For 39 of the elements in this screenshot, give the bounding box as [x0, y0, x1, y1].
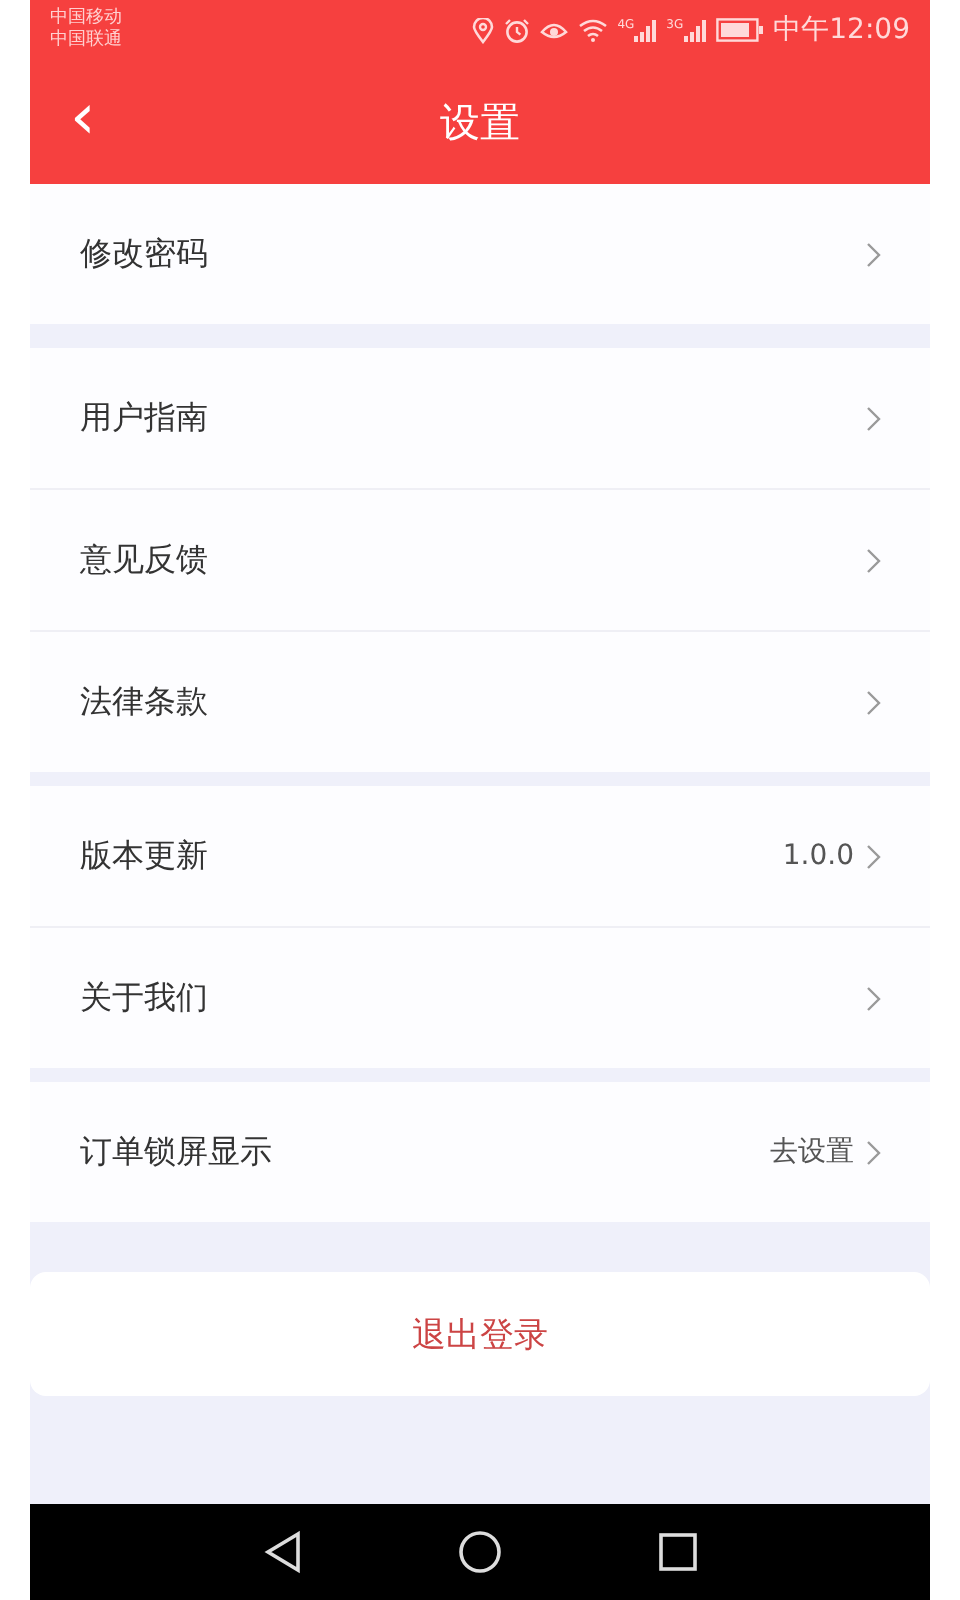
eye-icon [539, 18, 568, 42]
row-label: 订单锁屏显示 [80, 1131, 272, 1173]
location-icon [471, 17, 494, 43]
settings-row[interactable]: 版本更新 1.0.0 [30, 786, 930, 926]
chevron-icon [866, 547, 882, 573]
settings-row[interactable]: 法律条款 [30, 630, 930, 772]
chevron-icon [866, 689, 882, 715]
chevron-icon [866, 1139, 882, 1165]
row-label: 法律条款 [80, 681, 208, 723]
home-icon[interactable] [458, 1530, 502, 1574]
row-label: 意见反馈 [80, 539, 208, 581]
carrier-name: 中国移动 [50, 8, 122, 29]
chevron-icon [866, 985, 882, 1011]
battery-icon [715, 18, 764, 42]
row-label: 版本更新 [80, 835, 208, 877]
chevron-icon [866, 241, 882, 267]
back-button[interactable]: ‹ [58, 84, 108, 148]
settings-row[interactable]: 意见反馈 [30, 488, 930, 630]
row-label: 关于我们 [80, 977, 208, 1019]
signal-icon [634, 19, 657, 41]
chevron-icon [866, 843, 882, 869]
settings-row[interactable]: 修改密码 [30, 184, 930, 324]
logout-button[interactable]: 退出登录 [30, 1272, 930, 1396]
recents-icon[interactable] [658, 1532, 698, 1572]
row-value: 1.0.0 [782, 840, 854, 872]
row-label: 用户指南 [80, 397, 208, 439]
settings-row[interactable]: 订单锁屏显示 去设置 [30, 1082, 930, 1222]
settings-row[interactable]: 关于我们 [30, 926, 930, 1068]
signal-icon [683, 19, 706, 41]
carrier-name: 中国联通 [50, 30, 122, 52]
settings-row[interactable]: 用户指南 [30, 348, 930, 488]
status-time: 中午12:09 [773, 12, 910, 48]
alarm-icon [503, 17, 530, 43]
row-value: 去设置 [770, 1134, 854, 1170]
back-icon[interactable] [262, 1530, 302, 1574]
page-title: 设置 [440, 95, 520, 149]
chevron-icon [866, 405, 882, 431]
row-label: 修改密码 [80, 233, 208, 275]
wifi-icon [577, 18, 608, 42]
